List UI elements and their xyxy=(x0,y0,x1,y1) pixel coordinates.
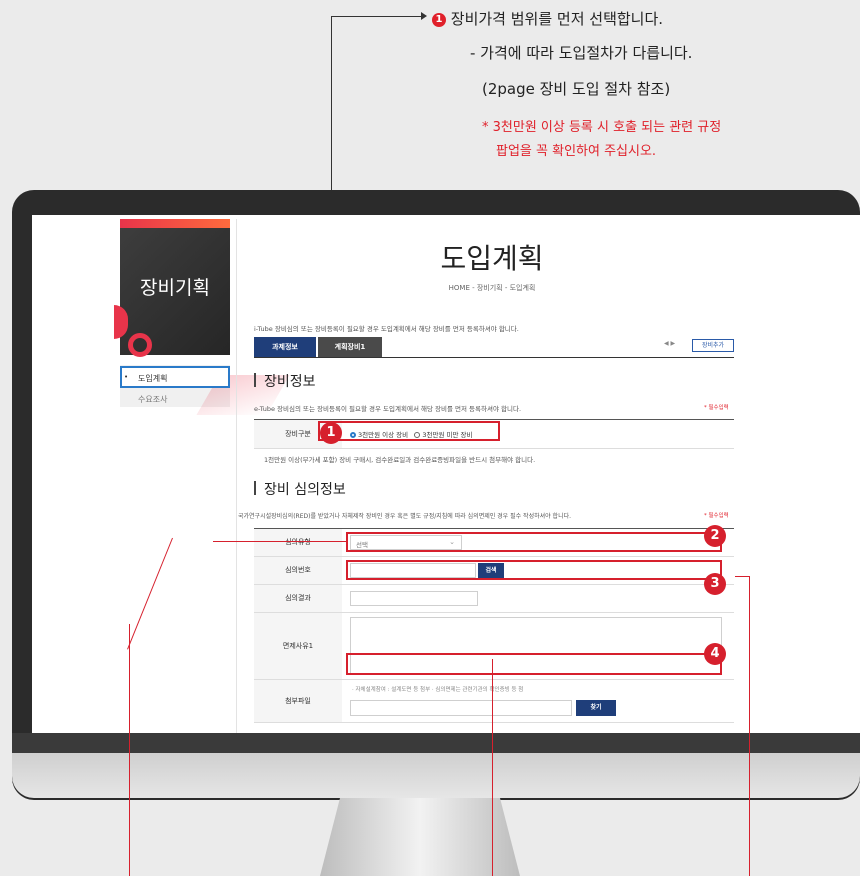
equipment-notice: 1천만원 이상(부가세 포함) 장비 구매시, 검수완료일과 검수완료증빙파일을… xyxy=(264,456,536,464)
review-type-label: 심의유형 xyxy=(254,529,342,556)
tab-project-info[interactable]: 과제정보 xyxy=(254,337,316,357)
monitor-chin xyxy=(12,753,860,798)
sidebar-item-survey[interactable]: 수요조사 xyxy=(138,394,167,405)
annotation-line-1: 장비가격 범위를 먼저 선택합니다. xyxy=(450,10,664,28)
tab-planned-equipment-1[interactable]: 계획장비1 xyxy=(318,337,382,357)
step-1-badge: 1 xyxy=(432,12,446,27)
table-line xyxy=(254,448,734,449)
review-result-label: 심의결과 xyxy=(254,585,342,612)
callout-line-2-v xyxy=(129,624,130,876)
add-equipment-button[interactable]: 장비추가 xyxy=(692,339,734,352)
sidebar-item-plan-label: 도입계획 xyxy=(138,374,168,383)
marker-2-badge: 2 xyxy=(704,525,726,547)
annotation-arrow-icon xyxy=(421,12,427,20)
review-info-title: 장비 심의정보 xyxy=(264,482,346,498)
callout-line-4-v xyxy=(492,659,493,876)
annotation-connector-h xyxy=(331,16,423,17)
review-info-desc: 국가연구시설장비심의(RED)를 받았거나 자체제작 장비인 경우 혹은 별도 … xyxy=(238,513,572,520)
required-note: * 필수입력 xyxy=(704,513,729,519)
annotation-note-1: * 3천만원 이상 등록 시 호출 되는 관련 규정 xyxy=(482,120,722,135)
annotation-line-3: (2page 장비 도입 절차 참조) xyxy=(482,80,671,98)
sidebar-item-plan[interactable]: • 도입계획 xyxy=(120,366,230,388)
attachment-file-input[interactable] xyxy=(350,700,572,716)
callout-line-3-v xyxy=(749,576,750,876)
marker-3-badge: 3 xyxy=(704,573,726,595)
find-file-button[interactable]: 찾기 xyxy=(576,700,616,716)
intro-text: i-Tube 장비심의 또는 장비등록이 필요할 경우 도입계획에서 해당 장비… xyxy=(254,325,519,333)
annotation-line-2: - 가격에 따라 도입절차가 다릅니다. xyxy=(470,44,693,62)
attachment-hint: · 자체설계참여 : 설계도면 등 첨부 · 심의면제는 관련기관의 확인증빙 … xyxy=(352,687,524,693)
marker-1-box xyxy=(318,421,500,441)
table-line xyxy=(254,722,734,723)
section-bar xyxy=(254,373,256,387)
equipment-info-title: 장비정보 xyxy=(264,374,316,390)
monitor-stand xyxy=(320,798,520,876)
tab-underline xyxy=(254,357,734,358)
annotation-note-2: 팝업을 꼭 확인하여 주십시오. xyxy=(496,144,657,159)
required-note: * 필수입력 xyxy=(704,405,729,411)
screen: 장비기획 • 도입계획 수요조사 도입계획 HOME - 장비기획 - 도입계획… xyxy=(32,215,860,733)
breadcrumb: HOME - 장비기획 - 도입계획 xyxy=(448,284,536,292)
annotation-step-1: 1 장비가격 범위를 먼저 선택합니다. xyxy=(432,8,663,29)
exempt-reason-label: 면제사유1 xyxy=(254,613,342,679)
marker-1-badge: 1 xyxy=(320,422,342,444)
content-divider xyxy=(236,219,237,733)
monitor-bezel xyxy=(12,733,860,753)
decor-ring-icon xyxy=(128,333,152,357)
attachment-label: 첨부파일 xyxy=(254,680,342,722)
marker-3-box xyxy=(346,560,722,580)
marker-4-box xyxy=(346,653,722,675)
review-result-input[interactable] xyxy=(350,591,478,606)
sidebar-title: 장비기획 xyxy=(140,277,210,299)
marker-2-box xyxy=(346,532,722,552)
sidebar-banner-bar xyxy=(120,219,230,228)
section-bar xyxy=(254,481,256,495)
sidebar-item-marker: • xyxy=(124,373,129,381)
tab-arrows[interactable]: ◀ ▶ xyxy=(664,340,675,347)
callout-line-3-h xyxy=(735,576,749,577)
page-title: 도입계획 xyxy=(440,242,544,275)
equipment-info-desc: e-Tube 장비심의 또는 장비등록이 필요할 경우 도입계획에서 해당 장비… xyxy=(254,405,522,413)
callout-line-2-h xyxy=(213,541,346,542)
marker-4-badge: 4 xyxy=(704,643,726,665)
review-number-label: 심의번호 xyxy=(254,557,342,584)
